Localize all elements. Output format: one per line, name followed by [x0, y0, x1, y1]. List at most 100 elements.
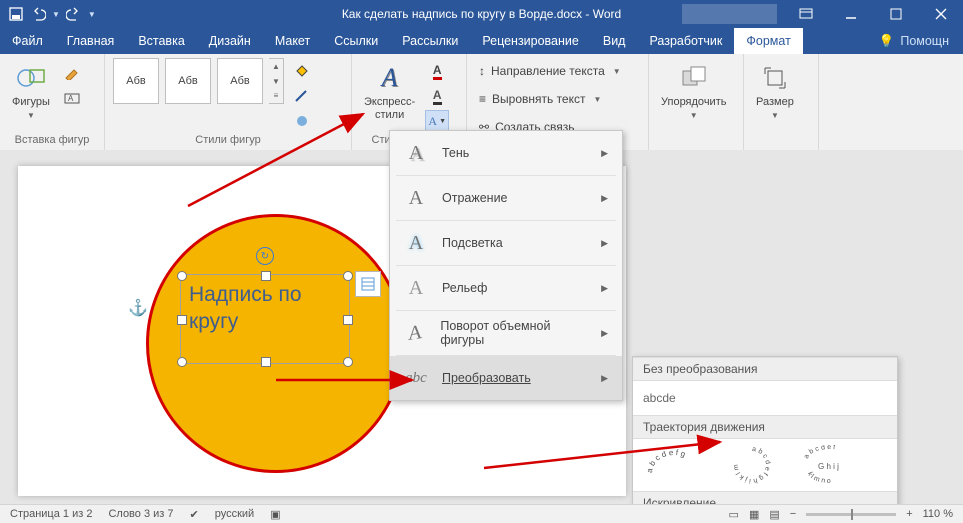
text-outline-icon[interactable]: A: [425, 85, 449, 107]
undo-more-icon[interactable]: ▼: [52, 10, 60, 19]
menu-transform[interactable]: abcПреобразовать▶: [390, 356, 622, 400]
text-box-icon[interactable]: A: [60, 87, 84, 109]
zoom-in-icon[interactable]: +: [906, 508, 912, 520]
tab-format[interactable]: Формат: [734, 28, 802, 54]
account-name[interactable]: [682, 4, 777, 24]
text-effects-button[interactable]: A▼: [425, 110, 449, 132]
window-title: Как сделать надпись по кругу в Ворде.doc…: [342, 7, 621, 21]
svg-text:a b c d e f: a b c d e f: [803, 445, 835, 460]
rotate-handle[interactable]: ↻: [256, 247, 274, 265]
ribbon-display-icon[interactable]: [783, 0, 828, 28]
resize-handle[interactable]: [177, 271, 187, 281]
group-arrange: Упорядочить▼: [649, 54, 744, 150]
resize-handle[interactable]: [343, 271, 353, 281]
resize-handle[interactable]: [177, 315, 187, 325]
style-preset-1[interactable]: Абв: [113, 58, 159, 104]
resize-handle[interactable]: [261, 357, 271, 367]
text-effects-menu: AТень▶ AОтражение▶ AПодсветка▶ AРельеф▶ …: [389, 130, 623, 401]
status-bar: Страница 1 из 2 Слово 3 из 7 ✔ русский ▣…: [0, 504, 963, 523]
resize-handle[interactable]: [177, 357, 187, 367]
glow-icon: A: [404, 231, 428, 255]
save-icon[interactable]: [8, 6, 24, 22]
text-direction-button[interactable]: ↕Направление текста▼: [475, 60, 625, 82]
tab-insert[interactable]: Вставка: [126, 28, 196, 54]
view-read-icon[interactable]: ▭: [729, 508, 739, 521]
svg-text:k l m n o: k l m n o: [806, 471, 831, 485]
size-icon: [759, 62, 791, 94]
transform-circle[interactable]: a b c d e f g h i j k l m: [721, 445, 783, 485]
shape-tools: A: [60, 62, 84, 109]
tab-design[interactable]: Дизайн: [197, 28, 263, 54]
quick-styles-button[interactable]: A Экспресс- стили: [360, 58, 419, 121]
word-count[interactable]: Слово 3 из 7: [108, 508, 173, 520]
chevron-right-icon: ▶: [601, 238, 608, 249]
view-print-icon[interactable]: ▦: [749, 508, 759, 521]
text-fill-icon[interactable]: A: [425, 60, 449, 82]
size-button[interactable]: Размер▼: [752, 58, 798, 120]
menu-bevel[interactable]: AРельеф▶: [390, 266, 622, 310]
group-insert-shapes: Фигуры ▼ A Вставка фигур: [0, 54, 105, 150]
menu-reflection[interactable]: AОтражение▶: [390, 176, 622, 220]
qat-customize-icon[interactable]: ▼: [88, 10, 96, 19]
proofing-icon[interactable]: ✔: [190, 508, 199, 521]
tab-mailings[interactable]: Рассылки: [390, 28, 470, 54]
shape-fill-tools: [290, 60, 314, 132]
tab-developer[interactable]: Разработчик: [637, 28, 734, 54]
tab-references[interactable]: Ссылки: [322, 28, 390, 54]
reflection-icon: A: [404, 186, 428, 210]
tab-file[interactable]: Файл: [0, 28, 55, 54]
align-icon: ≡: [479, 92, 486, 106]
gallery-header-path: Траектория движения: [633, 415, 897, 439]
undo-icon[interactable]: [30, 6, 46, 22]
shape-fill-icon[interactable]: [290, 60, 314, 82]
minimize-button[interactable]: [828, 0, 873, 28]
shapes-button[interactable]: Фигуры ▼: [8, 58, 54, 120]
tab-home[interactable]: Главная: [55, 28, 127, 54]
tab-review[interactable]: Рецензирование: [470, 28, 591, 54]
arrange-button[interactable]: Упорядочить▼: [657, 58, 730, 120]
wordart-icon: A: [374, 62, 406, 94]
text-box-content[interactable]: Надпись по кругу: [181, 275, 349, 342]
transform-none[interactable]: abcde: [633, 381, 897, 415]
zoom-level[interactable]: 110 %: [923, 508, 953, 520]
resize-handle[interactable]: [343, 315, 353, 325]
transform-arch-up[interactable]: a b c d e f g: [643, 445, 705, 485]
group-size: Размер▼: [744, 54, 819, 150]
style-preset-2[interactable]: Абв: [165, 58, 211, 104]
chevron-right-icon: ▶: [601, 193, 608, 204]
svg-text:G h i j: G h i j: [818, 462, 839, 471]
view-web-icon[interactable]: ▤: [769, 508, 779, 521]
tab-view[interactable]: Вид: [591, 28, 638, 54]
menu-3d-rotation[interactable]: AПоворот объемной фигуры▶: [390, 311, 622, 355]
shapes-label: Фигуры: [12, 96, 50, 109]
tab-layout[interactable]: Макет: [263, 28, 322, 54]
close-button[interactable]: [918, 0, 963, 28]
resize-handle[interactable]: [261, 271, 271, 281]
shape-outline-icon[interactable]: [290, 85, 314, 107]
page-count[interactable]: Страница 1 из 2: [10, 508, 92, 520]
macro-icon[interactable]: ▣: [270, 508, 280, 521]
language[interactable]: русский: [215, 508, 254, 520]
zoom-out-icon[interactable]: −: [790, 508, 796, 520]
text-box[interactable]: ↻ Надпись по кругу: [180, 274, 350, 364]
zoom-slider[interactable]: [806, 513, 896, 516]
gallery-more[interactable]: ▲▼≡: [269, 58, 284, 104]
shape-style-gallery[interactable]: Абв Абв Абв ▲▼≡: [113, 58, 284, 104]
shape-effects-icon[interactable]: [290, 110, 314, 132]
svg-text:A: A: [68, 94, 74, 103]
style-preset-3[interactable]: Абв: [217, 58, 263, 104]
redo-icon[interactable]: [66, 6, 82, 22]
maximize-button[interactable]: [873, 0, 918, 28]
transform-button[interactable]: a b c d e f G h i jk l m n o: [799, 445, 861, 485]
menu-glow[interactable]: AПодсветка▶: [390, 221, 622, 265]
menu-shadow[interactable]: AТень▶: [390, 131, 622, 175]
window-controls: [682, 0, 963, 28]
align-text-button[interactable]: ≡Выровнять текст▼: [475, 88, 625, 110]
anchor-icon: ⚓: [128, 298, 148, 318]
resize-handle[interactable]: [343, 357, 353, 367]
lightbulb-icon: 💡: [879, 34, 895, 49]
edit-shape-icon[interactable]: [60, 62, 84, 84]
tell-me[interactable]: 💡 Помощн: [865, 28, 963, 54]
transform-gallery: Без преобразования abcde Траектория движ…: [632, 356, 898, 510]
layout-options-icon[interactable]: [355, 271, 381, 297]
